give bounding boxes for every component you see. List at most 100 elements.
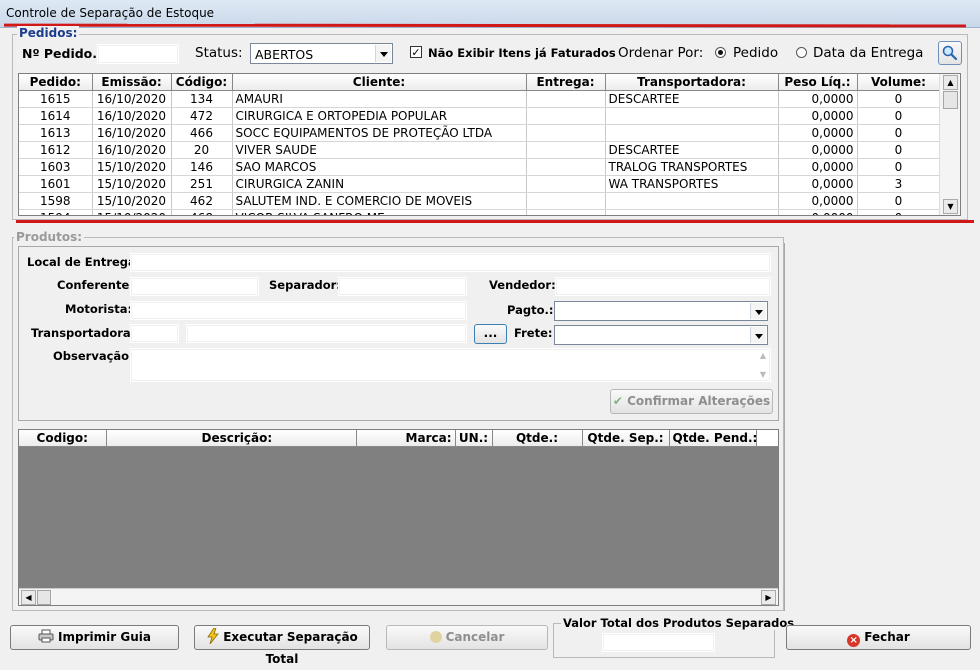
pagto-label: Pagto.: <box>507 303 554 317</box>
table-cell: 15/10/2020 <box>92 158 172 176</box>
ordenar-label: Ordenar Por: <box>618 45 704 61</box>
executar-separacao-total-button[interactable]: Executar Separação Total <box>194 625 370 666</box>
lightning-icon <box>207 627 220 645</box>
table-cell: 251 <box>171 175 233 193</box>
chevron-down-icon[interactable] <box>750 327 766 343</box>
col-marca[interactable]: Marca: <box>356 430 456 447</box>
table-row[interactable]: 1612 16/10/2020 20 VIVER SAUDE DESCARTEE 0,00… <box>19 141 941 159</box>
scroll-left-icon[interactable]: ◀ <box>21 590 36 605</box>
col-codigo[interactable]: Código: <box>171 74 233 91</box>
col-descricao[interactable]: Descrição: <box>106 430 357 447</box>
table-cell: 0,0000 <box>778 158 858 176</box>
scroll-right-icon[interactable]: ▶ <box>761 590 776 605</box>
pedidos-scroll-thumb[interactable] <box>943 91 958 109</box>
produtos-scroll-thumb[interactable] <box>37 590 51 605</box>
table-row[interactable]: 1613 16/10/2020 466 SOCC EQUIPAMENTOS DE PR… <box>19 124 941 142</box>
status-label: Status: <box>195 45 243 61</box>
window-title: Controle de Separação de Estoque <box>6 6 215 20</box>
produtos-grid[interactable]: Codigo: Descrição: Marca: UN.: Qtde.: Qt… <box>18 429 779 606</box>
table-cell: 15/10/2020 <box>92 209 172 215</box>
close-icon: × <box>847 634 861 647</box>
motorista-input[interactable] <box>130 301 467 320</box>
status-select[interactable]: ABERTOS <box>250 43 393 64</box>
imprimir-guia-button[interactable]: Imprimir Guia <box>10 625 179 650</box>
col-codigo[interactable]: Codigo: <box>19 430 107 447</box>
separador-label: Separador: <box>269 278 341 292</box>
chevron-down-icon[interactable] <box>750 303 766 319</box>
ordenar-pedido-label: Pedido <box>733 45 779 61</box>
col-qtde-pend[interactable]: Qtde. Pend.: <box>669 430 757 447</box>
scroll-down-icon[interactable]: ▼ <box>943 199 958 214</box>
chevron-down-icon[interactable] <box>375 45 391 62</box>
transportadora-code-input[interactable] <box>130 324 179 343</box>
magnifier-icon <box>942 45 958 61</box>
transportadora-lookup-button[interactable]: ... <box>474 324 507 344</box>
col-un[interactable]: UN.: <box>455 430 493 447</box>
scroll-up-icon[interactable]: ▲ <box>943 75 958 90</box>
table-cell: SALUTEM IND. E COMERCIO DE MOVEIS <box>232 192 527 210</box>
local-entrega-input[interactable] <box>130 253 771 272</box>
table-row[interactable]: 1598 15/10/2020 462 SALUTEM IND. E COMERCIO… <box>19 192 941 210</box>
table-cell <box>526 124 606 142</box>
produtos-horizontal-scrollbar[interactable]: ◀ ▶ <box>19 588 778 605</box>
table-cell: 0,0000 <box>778 107 858 125</box>
separador-input[interactable] <box>338 277 467 296</box>
table-cell <box>605 192 779 210</box>
table-row[interactable]: 159415/10/2020468VICOR SILVA SANFRO ME 0,… <box>19 209 941 215</box>
pedidos-grid[interactable]: Pedido: Emissão: Código: Cliente: Entreg… <box>18 73 961 216</box>
cancelar-label: Cancelar <box>445 630 505 644</box>
frete-select[interactable] <box>554 325 768 345</box>
search-button[interactable] <box>938 41 962 65</box>
table-cell: 1594 <box>19 209 93 215</box>
col-emissao[interactable]: Emissão: <box>92 74 172 91</box>
table-row[interactable]: 1615 16/10/2020 134 AMAURI DESCARTEE 0,0000 0 <box>19 90 941 108</box>
table-row[interactable]: 1603 15/10/2020 146 SAO MARCOS TRALOG TRANSP… <box>19 158 941 176</box>
table-cell: 16/10/2020 <box>92 141 172 159</box>
table-cell: 3 <box>857 175 941 193</box>
table-row[interactable]: 1614 16/10/2020 472 CIRURGICA E ORTOPEDIA P… <box>19 107 941 125</box>
transportadora-label: Transportadora: <box>31 326 136 340</box>
pedidos-table: Pedido: Emissão: Código: Cliente: Entreg… <box>19 74 941 215</box>
col-qtde[interactable]: Qtde.: <box>492 430 583 447</box>
table-cell: 134 <box>171 90 233 108</box>
fechar-label: Fechar <box>864 630 910 644</box>
confirmar-alteracoes-label: Confirmar Alterações <box>627 394 771 408</box>
ordenar-data-entrega-label: Data da Entrega <box>813 45 924 61</box>
transportadora-name-input[interactable] <box>186 324 467 343</box>
conferente-label: Conferente: <box>57 278 134 292</box>
produtos-group-label: Produtos: <box>14 230 85 244</box>
cancelar-button[interactable]: Cancelar <box>386 625 548 650</box>
table-cell: 1598 <box>19 192 93 210</box>
no-pedido-input[interactable] <box>97 44 179 64</box>
produtos-right-divider <box>784 243 785 611</box>
fechar-button[interactable]: × Fechar <box>786 625 971 650</box>
checkmark-icon: ✔ <box>612 394 623 408</box>
ordenar-pedido-radio[interactable] <box>715 47 726 58</box>
table-cell: VICOR SILVA SANFRO ME <box>232 209 527 215</box>
table-cell <box>605 209 779 215</box>
table-cell: 0 <box>857 141 941 159</box>
col-transportadora[interactable]: Transportadora: <box>605 74 779 91</box>
col-pedido[interactable]: Pedido: <box>19 74 93 91</box>
col-cliente[interactable]: Cliente: <box>232 74 527 91</box>
observacao-textarea[interactable]: ▲ ▼ <box>130 348 771 382</box>
conferente-input[interactable] <box>130 277 259 296</box>
nao-exibir-checkbox[interactable]: ✓ <box>410 46 422 58</box>
col-volume[interactable]: Volume: <box>857 74 941 91</box>
table-cell: 15/10/2020 <box>92 175 172 193</box>
valor-total-label: Valor Total dos Produtos Separados <box>561 616 797 630</box>
vendedor-input[interactable] <box>555 277 771 296</box>
table-cell: 0,0000 <box>778 209 858 215</box>
scroll-up-icon: ▲ <box>759 351 766 360</box>
checkmark-icon: ✓ <box>411 46 421 59</box>
col-entrega[interactable]: Entrega: <box>526 74 606 91</box>
table-row[interactable]: 1601 15/10/2020 251 CIRURGICA ZANIN WA TRANS… <box>19 175 941 193</box>
pedidos-header-row: Pedido: Emissão: Código: Cliente: Entreg… <box>19 74 941 91</box>
col-qtde-sep[interactable]: Qtde. Sep.: <box>582 430 670 447</box>
pagto-select[interactable] <box>554 301 768 321</box>
pedidos-vertical-scrollbar[interactable]: ▲ ▼ <box>939 74 960 215</box>
confirmar-alteracoes-button[interactable]: ✔ Confirmar Alterações <box>610 389 773 414</box>
table-cell: AMAURI <box>232 90 527 108</box>
col-peso-liq[interactable]: Peso Líq.: <box>778 74 858 91</box>
ordenar-data-entrega-radio[interactable] <box>796 47 807 58</box>
